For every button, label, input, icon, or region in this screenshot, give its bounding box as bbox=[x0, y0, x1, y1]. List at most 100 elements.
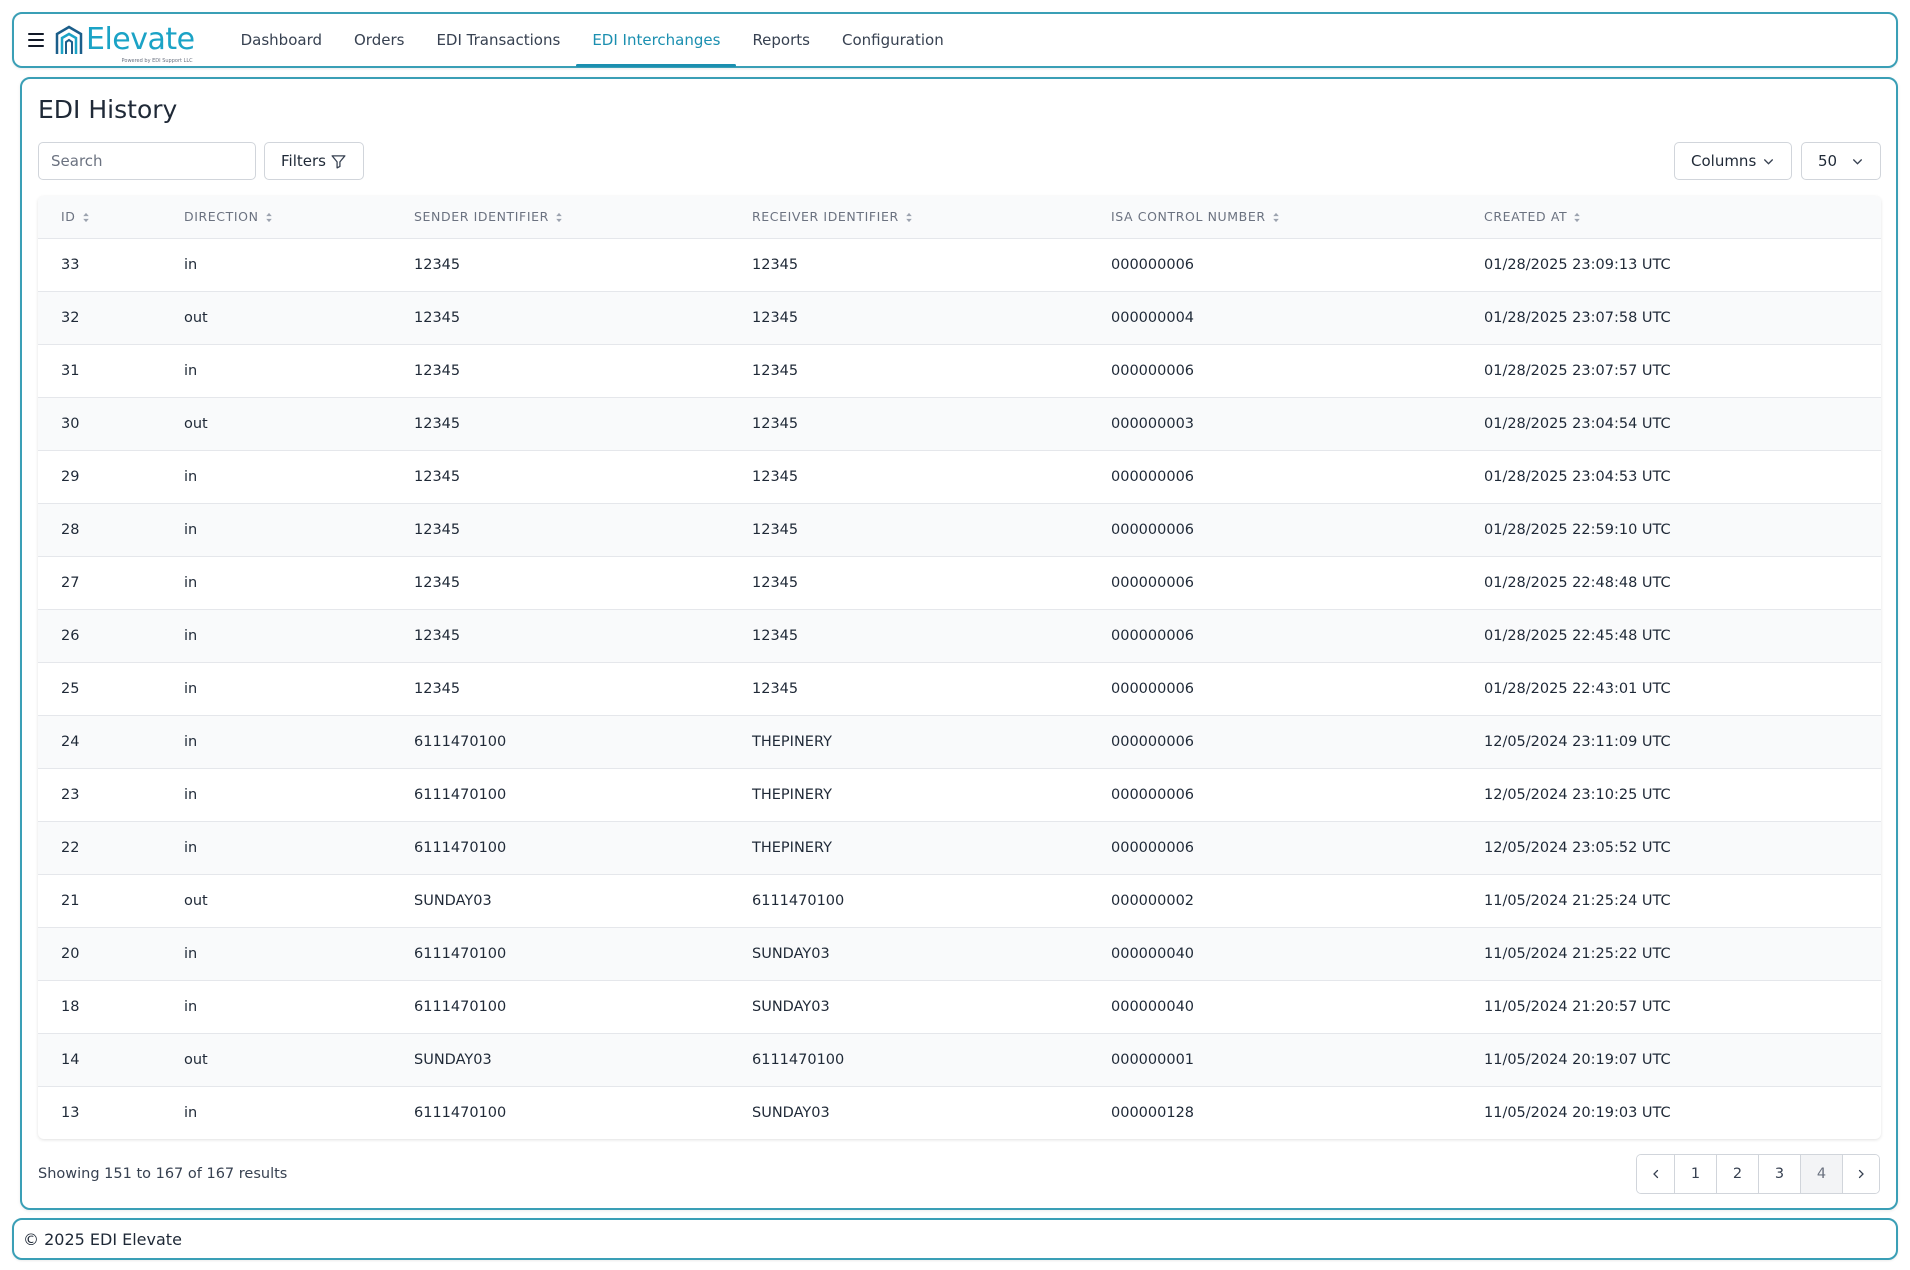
nav-item-reports[interactable]: Reports bbox=[736, 14, 826, 66]
cell-direction: in bbox=[184, 362, 198, 379]
cell-id: 14 bbox=[61, 1051, 80, 1068]
cell-created-at: 01/28/2025 23:09:13 UTC bbox=[1484, 256, 1671, 273]
per-page-select[interactable]: 50 bbox=[1801, 142, 1881, 180]
table-row[interactable]: 24 in 6111470100 THEPINERY 000000006 12/05/20… bbox=[38, 715, 1881, 768]
filters-button[interactable]: Filters bbox=[264, 142, 364, 180]
sort-icon bbox=[1272, 213, 1279, 223]
nav-item-orders[interactable]: Orders bbox=[338, 14, 420, 66]
sort-icon bbox=[556, 213, 562, 223]
cell-isa-control-number: 000000006 bbox=[1111, 256, 1195, 273]
column-header-id[interactable]: ID bbox=[38, 196, 161, 238]
copyright-text: © 2025 EDI Elevate bbox=[23, 1229, 182, 1249]
column-header-label: ISA CONTROL NUMBER bbox=[1111, 209, 1266, 225]
column-header-created-at[interactable]: CREATED AT bbox=[1461, 196, 1881, 238]
cell-isa-control-number: 000000001 bbox=[1111, 1051, 1195, 1068]
column-header-direction[interactable]: DIRECTION bbox=[161, 196, 391, 238]
page-footer: © 2025 EDI Elevate bbox=[12, 1218, 1898, 1260]
prev-page-button[interactable] bbox=[1637, 1155, 1675, 1193]
table-row[interactable]: 14 out SUNDAY03 6111470100 000000001 11/05/20… bbox=[38, 1033, 1881, 1086]
table-row[interactable]: 18 in 6111470100 SUNDAY03 000000040 11/05/202… bbox=[38, 980, 1881, 1033]
next-page-button[interactable] bbox=[1843, 1155, 1879, 1193]
cell-sender-identifier: SUNDAY03 bbox=[414, 892, 492, 909]
table-row[interactable]: 32 out 12345 12345 000000004 01/28/2025 23:07… bbox=[38, 291, 1881, 344]
results-summary: Showing 151 to 167 of 167 results bbox=[38, 1166, 288, 1182]
cell-isa-control-number: 000000006 bbox=[1111, 574, 1195, 591]
cell-receiver-identifier: 6111470100 bbox=[752, 892, 845, 909]
elevate-logo-icon bbox=[55, 25, 83, 54]
app-logo[interactable]: Elevate Powered by EDI Support LLC bbox=[54, 24, 195, 64]
cell-direction: in bbox=[184, 998, 198, 1015]
cell-isa-control-number: 000000003 bbox=[1111, 415, 1195, 432]
table-row[interactable]: 29 in 12345 12345 000000006 01/28/2025 23:04:… bbox=[38, 450, 1881, 503]
page-button-2[interactable]: 2 bbox=[1717, 1155, 1759, 1193]
cell-created-at: 11/05/2024 21:25:24 UTC bbox=[1484, 892, 1671, 909]
table-row[interactable]: 28 in 12345 12345 000000006 01/28/2025 22:59:… bbox=[38, 503, 1881, 556]
cell-direction: in bbox=[184, 627, 198, 644]
cell-created-at: 12/05/2024 23:10:25 UTC bbox=[1484, 786, 1671, 803]
cell-id: 30 bbox=[61, 415, 80, 432]
cell-id: 25 bbox=[61, 680, 80, 697]
column-header-receiver-identifier[interactable]: RECEIVER IDENTIFIER bbox=[729, 196, 1088, 238]
cell-receiver-identifier: 12345 bbox=[752, 362, 799, 379]
page-button-3[interactable]: 3 bbox=[1759, 1155, 1801, 1193]
nav-item-configuration[interactable]: Configuration bbox=[826, 14, 960, 66]
cell-receiver-identifier: THEPINERY bbox=[752, 839, 832, 856]
cell-direction: out bbox=[184, 309, 208, 326]
column-header-label: DIRECTION bbox=[184, 209, 259, 225]
cell-created-at: 01/28/2025 23:04:54 UTC bbox=[1484, 415, 1671, 432]
cell-sender-identifier: 12345 bbox=[414, 309, 461, 326]
search-input[interactable] bbox=[38, 142, 256, 180]
cell-direction: in bbox=[184, 680, 198, 697]
cell-created-at: 01/28/2025 23:04:53 UTC bbox=[1484, 468, 1671, 485]
cell-direction: out bbox=[184, 892, 208, 909]
cell-id: 22 bbox=[61, 839, 80, 856]
cell-direction: in bbox=[184, 786, 198, 803]
table-row[interactable]: 25 in 12345 12345 000000006 01/28/2025 22:43:… bbox=[38, 662, 1881, 715]
cell-isa-control-number: 000000006 bbox=[1111, 521, 1195, 538]
table-row[interactable]: 30 out 12345 12345 000000003 01/28/2025 23:04… bbox=[38, 397, 1881, 450]
cell-created-at: 01/28/2025 22:45:48 UTC bbox=[1484, 627, 1671, 644]
cell-isa-control-number: 000000040 bbox=[1111, 998, 1195, 1015]
cell-id: 31 bbox=[61, 362, 80, 379]
cell-isa-control-number: 000000006 bbox=[1111, 839, 1195, 856]
table-row[interactable]: 33 in 12345 12345 000000006 01/28/2025 23:09:… bbox=[38, 238, 1881, 291]
cell-id: 29 bbox=[61, 468, 80, 485]
cell-sender-identifier: 6111470100 bbox=[414, 998, 507, 1015]
cell-receiver-identifier: 12345 bbox=[752, 468, 799, 485]
nav-item-edi-transactions[interactable]: EDI Transactions bbox=[420, 14, 576, 66]
column-header-label: RECEIVER IDENTIFIER bbox=[752, 209, 899, 225]
columns-label: Columns bbox=[1691, 152, 1757, 170]
nav-item-dashboard[interactable]: Dashboard bbox=[225, 14, 338, 66]
filters-label: Filters bbox=[281, 152, 326, 170]
cell-sender-identifier: 6111470100 bbox=[414, 786, 507, 803]
table-row[interactable]: 13 in 6111470100 SUNDAY03 000000128 11/05/202… bbox=[38, 1086, 1881, 1139]
hamburger-menu-icon[interactable] bbox=[28, 33, 44, 47]
cell-direction: in bbox=[184, 733, 198, 750]
page-button-4[interactable]: 4 bbox=[1801, 1155, 1843, 1193]
column-header-label: SENDER IDENTIFIER bbox=[414, 209, 549, 225]
column-header-sender-identifier[interactable]: SENDER IDENTIFIER bbox=[391, 196, 729, 238]
cell-id: 18 bbox=[61, 998, 80, 1015]
cell-isa-control-number: 000000006 bbox=[1111, 680, 1195, 697]
cell-receiver-identifier: 12345 bbox=[752, 521, 799, 538]
table-row[interactable]: 31 in 12345 12345 000000006 01/28/2025 23:07:… bbox=[38, 344, 1881, 397]
cell-id: 33 bbox=[61, 256, 80, 273]
table-row[interactable]: 26 in 12345 12345 000000006 01/28/2025 22:45:… bbox=[38, 609, 1881, 662]
page-button-1[interactable]: 1 bbox=[1675, 1155, 1717, 1193]
table-row[interactable]: 27 in 12345 12345 000000006 01/28/2025 22:48:… bbox=[38, 556, 1881, 609]
chevron-down-icon bbox=[1764, 158, 1773, 165]
columns-button[interactable]: Columns bbox=[1674, 142, 1792, 180]
cell-sender-identifier: 12345 bbox=[414, 627, 461, 644]
cell-receiver-identifier: 12345 bbox=[752, 256, 799, 273]
cell-created-at: 11/05/2024 20:19:07 UTC bbox=[1484, 1051, 1671, 1068]
column-header-isa-control-number[interactable]: ISA CONTROL NUMBER bbox=[1088, 196, 1461, 238]
table-row[interactable]: 21 out SUNDAY03 6111470100 000000002 11/05/20… bbox=[38, 874, 1881, 927]
table-row[interactable]: 22 in 6111470100 THEPINERY 000000006 12/05/20… bbox=[38, 821, 1881, 874]
cell-receiver-identifier: SUNDAY03 bbox=[752, 945, 830, 962]
cell-isa-control-number: 000000004 bbox=[1111, 309, 1195, 326]
table-row[interactable]: 20 in 6111470100 SUNDAY03 000000040 11/05/202… bbox=[38, 927, 1881, 980]
table-row[interactable]: 23 in 6111470100 THEPINERY 000000006 12/05/20… bbox=[38, 768, 1881, 821]
cell-isa-control-number: 000000002 bbox=[1111, 892, 1195, 909]
nav-item-edi-interchanges[interactable]: EDI Interchanges bbox=[576, 14, 737, 67]
cell-receiver-identifier: SUNDAY03 bbox=[752, 998, 830, 1015]
